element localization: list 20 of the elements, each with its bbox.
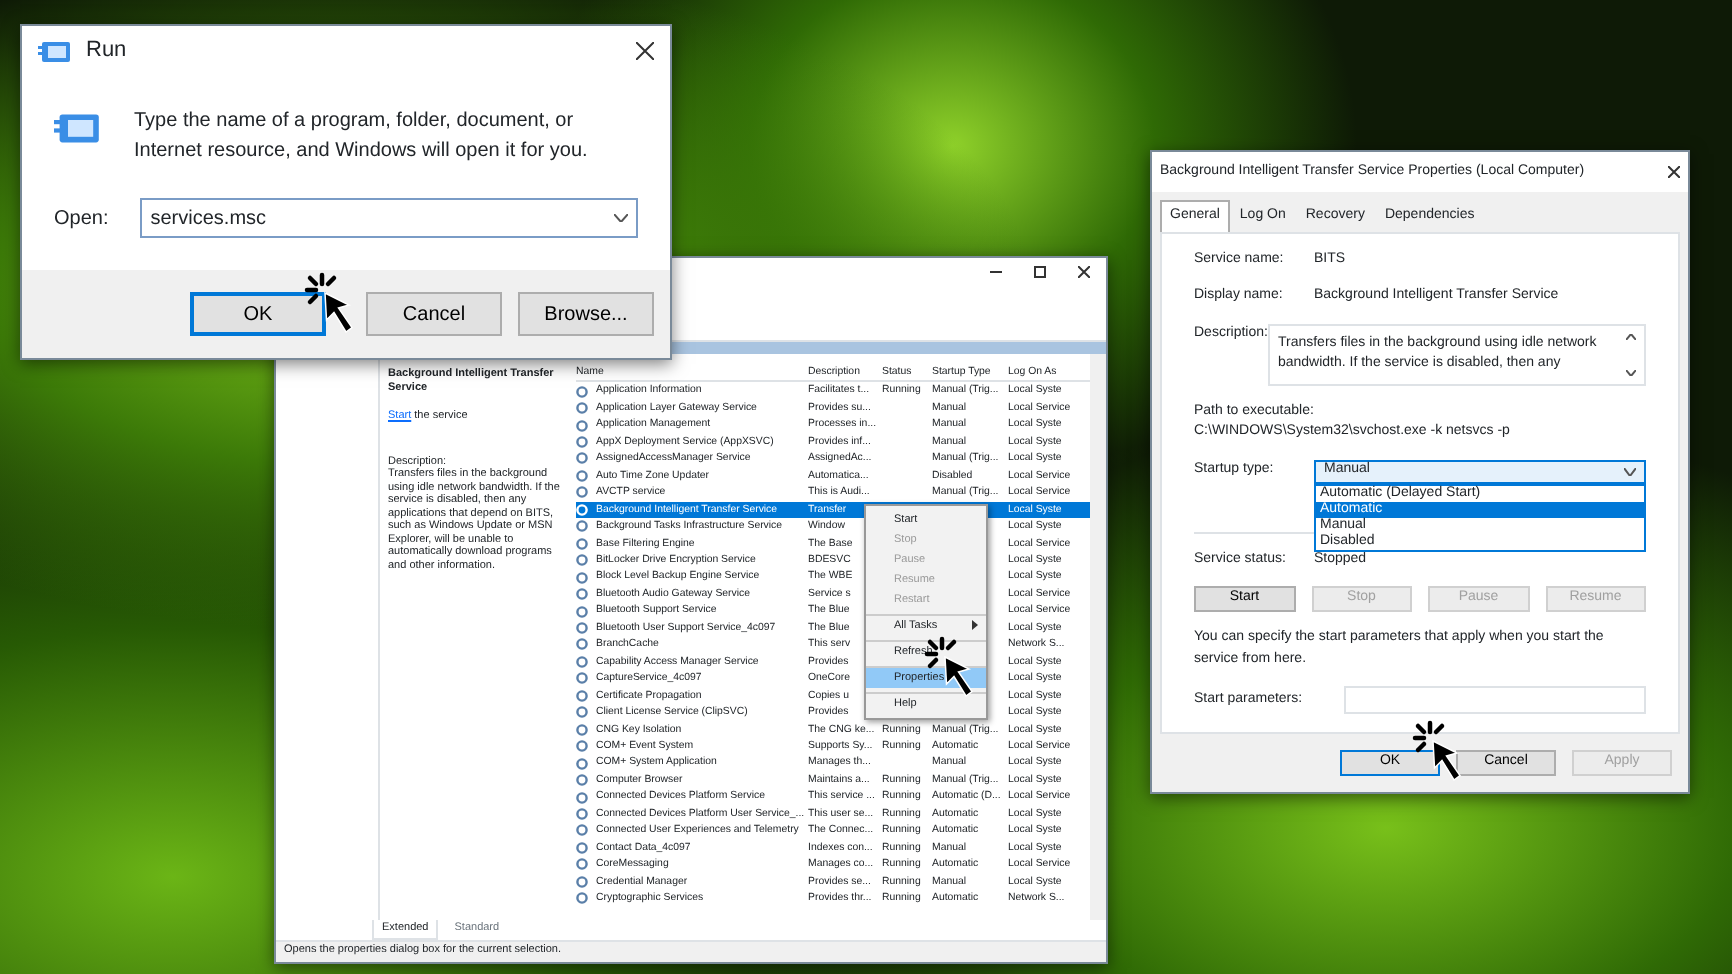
dropdown-caret-icon [614,214,628,222]
close-icon [1078,266,1090,278]
dialog-button[interactable]: Browse... [518,292,654,336]
run-icon [38,36,70,64]
scroll-up-icon [1626,333,1636,339]
minimize-icon [990,266,1002,278]
close-icon [1668,166,1680,178]
window-title: Run [86,35,129,66]
open-combobox[interactable]: services.msc [140,198,638,238]
scroll-down-icon [1626,369,1636,375]
dialog-button[interactable]: Cancel [366,292,502,336]
start-parameters-field[interactable] [1344,686,1646,714]
open-label: Open: [54,205,109,233]
maximize-icon [1034,266,1046,278]
submenu-arrow-icon [972,620,978,630]
close-icon [636,41,654,59]
run-message: Type the name of a program, folder, document, or Internet resource, and Windows will open it for you. [134,108,590,166]
dialog-button[interactable]: OK [190,292,326,336]
open-value: services.msc [150,205,269,233]
dropdown-caret-icon [1624,467,1636,475]
